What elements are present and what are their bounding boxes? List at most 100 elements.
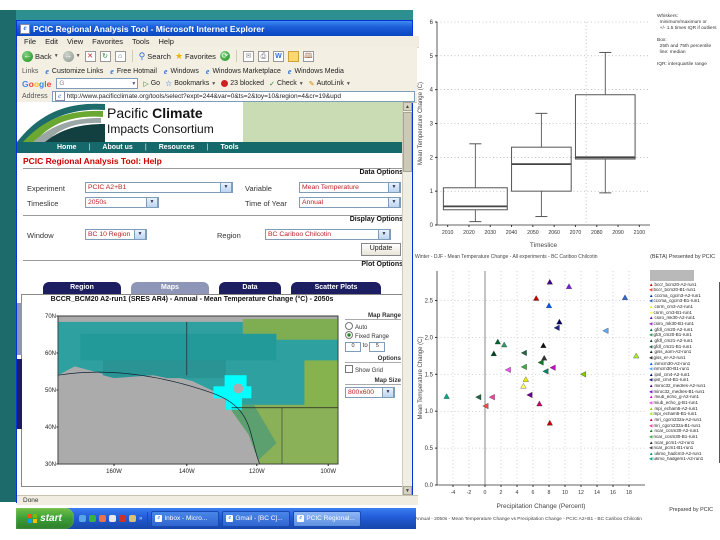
back-dropdown-icon[interactable]: ▼: [54, 53, 59, 59]
home-icon[interactable]: ⌂: [114, 50, 126, 62]
messenger-icon[interactable]: [287, 50, 299, 62]
ie-favicon: e: [110, 66, 114, 76]
region-select[interactable]: BC Cariboo Chilcotin ▼: [265, 229, 391, 240]
firefox-quicklaunch-icon[interactable]: [99, 515, 106, 522]
google-go-button[interactable]: ▷ Go: [143, 80, 160, 88]
update-button[interactable]: Update: [361, 243, 401, 256]
legend-label: gfdl_cm20-A2-run1: [654, 327, 693, 332]
ie-quicklaunch-icon[interactable]: [79, 515, 86, 522]
tab-data[interactable]: Data: [219, 282, 281, 294]
favorites-button[interactable]: ★ Favorites: [175, 51, 216, 62]
chevron-down-icon: ▼: [388, 197, 400, 208]
tab-maps[interactable]: Maps: [131, 282, 209, 294]
legend-marker-icon: ◀: [649, 400, 653, 406]
legend-marker-icon: ◀: [649, 423, 653, 428]
variable-select[interactable]: Mean Temperature ▼: [299, 182, 401, 193]
links-item-windows-marketplace[interactable]: e Windows Marketplace: [206, 67, 281, 76]
menu-item-view[interactable]: View: [67, 37, 83, 46]
window-title: PCIC Regional Analysis Tool - Microsoft …: [33, 23, 265, 34]
forward-dropdown-icon[interactable]: ▼: [76, 53, 81, 59]
nav-item-about-us[interactable]: About us: [92, 144, 142, 151]
experiment-select[interactable]: PCIC A2+B1 ▼: [85, 182, 233, 193]
svg-text:2070: 2070: [570, 230, 582, 236]
folder-quicklaunch-icon[interactable]: [129, 515, 136, 522]
svg-text:4: 4: [430, 88, 434, 94]
data-options-section: Data Options: [23, 168, 403, 176]
window-select[interactable]: BC 10 Region ▼: [85, 229, 147, 240]
google-toolbar: Google G ▼ ▷ Go ☆ Bookmarks ▼ 23 blocked…: [17, 77, 417, 91]
links-item-free-hotmail[interactable]: e Free Hotmail: [110, 67, 157, 76]
menu-item-tools[interactable]: Tools: [132, 37, 150, 46]
map-size-select[interactable]: 800x600 ▼: [345, 387, 395, 398]
back-button[interactable]: ← Back ▼: [22, 50, 59, 62]
menu-item-edit[interactable]: Edit: [45, 37, 58, 46]
timeslice-select[interactable]: 2050s ▼: [85, 197, 159, 208]
google-search-input[interactable]: G ▼: [56, 78, 139, 89]
range-from-input[interactable]: 0: [345, 342, 361, 352]
window-quicklaunch-icon[interactable]: [109, 515, 116, 522]
google-check-button[interactable]: ✓ Check ▼: [269, 80, 304, 88]
media-quicklaunch-icon[interactable]: [119, 515, 126, 522]
scroll-up-icon[interactable]: ▲: [403, 102, 412, 111]
links-item-windows-media[interactable]: e Windows Media: [288, 67, 344, 76]
climate-map[interactable]: 70N 60N 50N 40N 30N 160W 140W 120W 100W: [32, 312, 344, 484]
scroll-down-icon[interactable]: ▼: [403, 486, 412, 495]
tab-region[interactable]: Region: [43, 282, 121, 294]
side-tab-maps[interactable]: Maps: [17, 303, 22, 355]
address-input[interactable]: e http://www.pacificclimate.org/tools/se…: [51, 90, 415, 102]
google-search-dropdown-icon[interactable]: ▼: [131, 81, 137, 87]
svg-text:0: 0: [430, 223, 434, 229]
forward-button[interactable]: → ▼: [62, 50, 81, 62]
desktop-quicklaunch-icon[interactable]: [89, 515, 96, 522]
range-to-input[interactable]: 5: [369, 342, 386, 352]
menu-item-help[interactable]: Help: [159, 37, 174, 46]
task-label: Gmail - [BC C]...: [235, 515, 283, 522]
mail-icon[interactable]: ✉: [242, 50, 254, 62]
quicklaunch-overflow-icon[interactable]: »: [139, 516, 142, 522]
google-autolink-button[interactable]: ✎ AutoLink ▼: [309, 80, 351, 88]
stop-icon[interactable]: ✕: [84, 50, 96, 62]
nav-item-tools[interactable]: Tools: [210, 144, 248, 151]
links-item-windows[interactable]: e Windows: [164, 67, 199, 76]
history-icon[interactable]: ⟳: [219, 51, 230, 61]
google-bookmarks-button[interactable]: ☆ Bookmarks ▼: [165, 79, 216, 88]
svg-text:2050: 2050: [527, 230, 539, 236]
taskbar-task[interactable]: e Inbox - Micro...: [151, 510, 220, 527]
side-tab-diffmap[interactable]: DiffMap: [17, 359, 22, 429]
map-range-fixed-radio[interactable]: Fixed Range: [345, 331, 401, 340]
svg-text:16: 16: [610, 490, 616, 496]
window-titlebar[interactable]: e PCIC Regional Analysis Tool - Microsof…: [17, 21, 412, 36]
edit-icon[interactable]: W: [272, 50, 284, 62]
radio-selected-icon: [345, 331, 353, 339]
pcic-logo-swoosh: [17, 103, 105, 142]
legend-marker-icon: ◀: [649, 445, 653, 451]
tab-scatter-plots[interactable]: Scatter Plots: [291, 282, 381, 294]
page-content: Pacific Climate Impacts Consortium Home |…: [17, 102, 412, 495]
refresh-icon[interactable]: ↻: [99, 50, 111, 62]
time-of-year-select[interactable]: Annual ▼: [299, 197, 401, 208]
research-icon[interactable]: 🕮: [302, 50, 314, 62]
print-icon[interactable]: ⎙: [257, 50, 269, 62]
nav-item-resources[interactable]: Resources: [149, 144, 205, 151]
start-button[interactable]: start: [16, 508, 74, 529]
menu-item-favorites[interactable]: Favorites: [92, 37, 123, 46]
svg-text:2.5: 2.5: [425, 299, 434, 305]
search-button[interactable]: ⚲ Search: [139, 51, 171, 62]
map-range-auto-radio[interactable]: Auto: [345, 322, 401, 331]
taskbar-task[interactable]: e Gmail - [BC C]...: [222, 510, 291, 527]
nav-item-home[interactable]: Home: [47, 144, 86, 151]
legend-marker-icon: ◀: [649, 287, 653, 293]
google-logo-letter: e: [46, 78, 52, 89]
svg-text:-2: -2: [467, 490, 472, 496]
links-item-customize-links[interactable]: e Customize Links: [45, 67, 103, 76]
forward-icon: →: [62, 50, 74, 62]
google-popup-blocked-button[interactable]: 23 blocked: [221, 80, 264, 87]
svg-text:2100: 2100: [634, 230, 646, 236]
vertical-scrollbar[interactable]: ▲ ▼: [402, 102, 412, 495]
show-grid-checkbox[interactable]: Show Grid: [345, 365, 401, 374]
site-nav: Home | About us | Resources | Tools: [17, 142, 403, 153]
menu-item-file[interactable]: File: [24, 37, 36, 46]
svg-text:8: 8: [548, 490, 551, 496]
scrollbar-thumb[interactable]: [403, 112, 412, 172]
taskbar-task[interactable]: e PCIC Regional...: [293, 510, 362, 527]
